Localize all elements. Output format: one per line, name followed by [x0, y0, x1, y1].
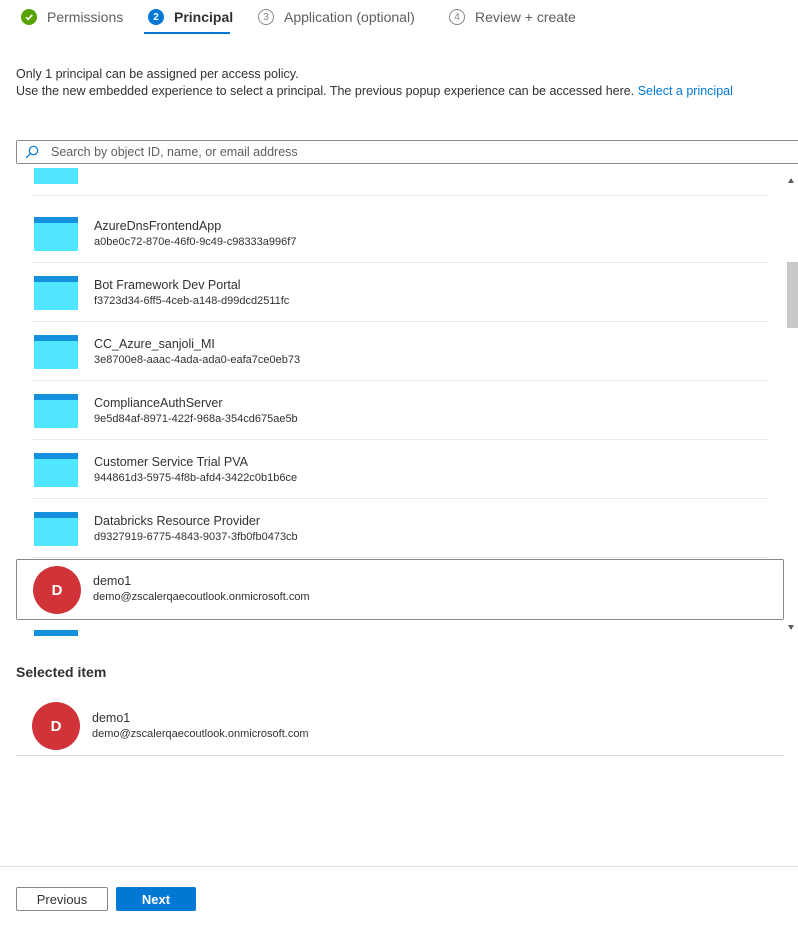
step-label: Application (optional) [284, 9, 415, 25]
app-registration-icon [34, 217, 78, 251]
footer-divider [0, 866, 798, 867]
app-registration-icon [34, 335, 78, 369]
info-line-2-text: Use the new embedded experience to selec… [16, 84, 635, 98]
app-registration-icon [34, 512, 78, 546]
item-name: Databricks Resource Provider [94, 514, 261, 528]
step-application[interactable]: 3 Application (optional) [258, 7, 415, 27]
select-principal-link[interactable]: Select a principal [638, 84, 733, 98]
item-name: Bot Framework Dev Portal [94, 278, 241, 292]
selected-item: D demo1 demo@zscalerqaecoutlook.onmicros… [16, 696, 784, 756]
selected-name: demo1 [92, 711, 131, 725]
avatar: D [33, 566, 81, 614]
item-object-id: a0be0c72-870e-46f0-9c49-c98333a996f7 [94, 236, 297, 248]
wizard-steps: Permissions 2 Principal 3 Application (o… [0, 0, 798, 36]
list-scrollbar[interactable] [785, 172, 798, 636]
list-item-selected[interactable]: D demo1 demo@zscalerqaecoutlook.onmicros… [16, 559, 784, 620]
step-principal[interactable]: 2 Principal [148, 7, 233, 27]
info-line-1: Only 1 principal can be assigned per acc… [16, 67, 299, 81]
info-line-2: Use the new embedded experience to selec… [16, 83, 796, 100]
list-item[interactable] [32, 617, 768, 636]
active-step-indicator [144, 32, 230, 34]
list-item[interactable]: Bot Framework Dev Portal f3723d34-6ff5-4… [32, 263, 768, 322]
app-registration-icon [34, 630, 78, 636]
checkmark-icon [21, 9, 37, 25]
step-label: Permissions [47, 9, 124, 25]
item-name: ComplianceAuthServer [94, 396, 223, 410]
scroll-up-arrow-icon[interactable] [788, 178, 794, 183]
app-registration-icon [34, 453, 78, 487]
item-name: demo1 [93, 574, 132, 588]
step-label: Review + create [475, 9, 576, 25]
list-item[interactable]: CC_Azure_sanjoli_MI 3e8700e8-aaac-4ada-a… [32, 322, 768, 381]
list-item[interactable]: 022907d3-0f1b-48f7-badc-1ba6abab6d66 [32, 168, 768, 196]
item-object-id: f3723d34-6ff5-4ceb-a148-d99dcd2511fc [94, 295, 290, 307]
item-email: demo@zscalerqaecoutlook.onmicrosoft.com [93, 591, 310, 603]
list-item[interactable]: ComplianceAuthServer 9e5d84af-8971-422f-… [32, 381, 768, 440]
step-number: 2 [148, 9, 164, 25]
item-name: AzureDnsFrontendApp [94, 219, 222, 233]
search-input[interactable] [51, 145, 751, 159]
app-registration-icon [34, 276, 78, 310]
list-item[interactable]: Databricks Resource Provider d9327919-67… [32, 499, 768, 558]
item-object-id: 944861d3-5975-4f8b-afd4-3422c0b1b6ce [94, 472, 298, 484]
item-object-id: 3e8700e8-aaac-4ada-ada0-eafa7ce0eb73 [94, 354, 301, 366]
scrollbar-thumb[interactable] [787, 262, 798, 328]
step-number: 3 [258, 9, 274, 25]
selected-email: demo@zscalerqaecoutlook.onmicrosoft.com [92, 728, 309, 740]
search-box[interactable] [16, 140, 798, 164]
step-label: Principal [174, 9, 234, 25]
list-item[interactable]: Customer Service Trial PVA 944861d3-5975… [32, 440, 768, 499]
search-icon [25, 145, 39, 159]
item-name: CC_Azure_sanjoli_MI [94, 337, 215, 351]
step-review-create[interactable]: 4 Review + create [449, 7, 576, 27]
step-number: 4 [449, 9, 465, 25]
item-name: Customer Service Trial PVA [94, 455, 248, 469]
scroll-down-arrow-icon[interactable] [788, 625, 794, 630]
app-registration-icon [34, 394, 78, 428]
previous-button[interactable]: Previous [16, 887, 108, 911]
list-item[interactable]: AzureDnsFrontendApp a0be0c72-870e-46f0-9… [32, 204, 768, 263]
avatar: D [32, 702, 80, 750]
app-registration-icon [34, 168, 78, 184]
step-permissions[interactable]: Permissions [21, 7, 123, 27]
info-text: Only 1 principal can be assigned per acc… [16, 66, 796, 100]
selected-item-heading: Selected item [16, 664, 107, 680]
next-button[interactable]: Next [116, 887, 196, 911]
item-object-id: d9327919-6775-4843-9037-3fb0fb0473cb [94, 531, 298, 543]
item-object-id: 9e5d84af-8971-422f-968a-354cd675ae5b [94, 413, 298, 425]
principal-list: 022907d3-0f1b-48f7-badc-1ba6abab6d66 Azu… [16, 168, 784, 636]
